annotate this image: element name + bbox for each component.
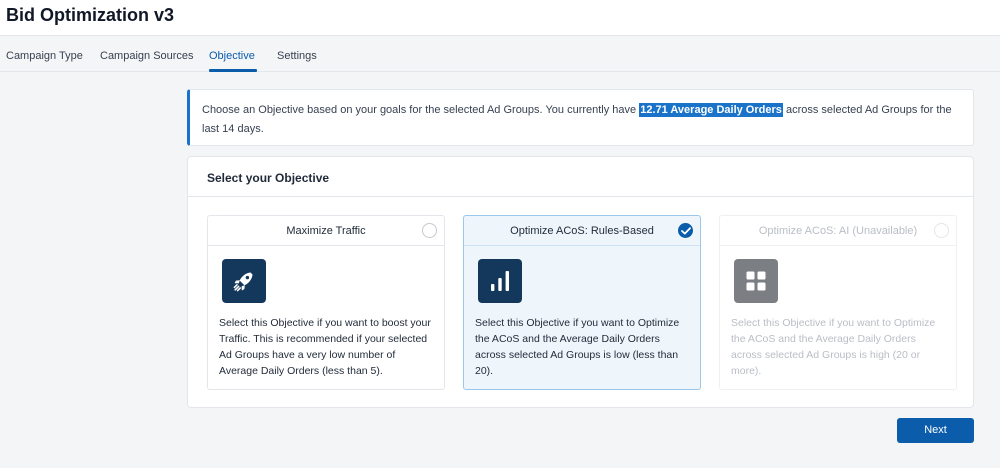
objective-card-description: Select this Objective if you want to Opt… bbox=[475, 317, 680, 377]
active-tab-indicator bbox=[209, 69, 257, 72]
tab-campaign-type[interactable]: Campaign Type bbox=[6, 50, 83, 62]
objective-card-title: Optimize ACoS: AI (Unavailable) bbox=[720, 216, 956, 246]
tab-bar: Campaign Type Campaign Sources Objective… bbox=[0, 36, 1000, 72]
objective-card-maximize-traffic[interactable]: Maximize Traffic Select this Objective i… bbox=[207, 215, 445, 390]
grid-icon bbox=[734, 259, 778, 303]
next-button[interactable]: Next bbox=[897, 418, 974, 443]
objective-radio-optimize-acos-rules[interactable] bbox=[678, 223, 693, 238]
info-banner: Choose an Objective based on your goals … bbox=[187, 89, 974, 146]
objective-card-title: Maximize Traffic bbox=[208, 216, 444, 246]
objective-card-optimize-acos-ai: Optimize ACoS: AI (Unavailable) Select t… bbox=[719, 215, 957, 390]
objective-radio-maximize-traffic[interactable] bbox=[422, 223, 437, 238]
app-header: Bid Optimization v3 bbox=[0, 0, 1000, 36]
checkmark-icon bbox=[681, 227, 691, 235]
objective-panel: Select your Objective Maximize Traffic S… bbox=[187, 156, 974, 408]
objective-radio-optimize-acos-ai bbox=[934, 223, 949, 238]
rocket-icon bbox=[222, 259, 266, 303]
tab-settings[interactable]: Settings bbox=[277, 50, 317, 62]
page-title: Bid Optimization v3 bbox=[6, 5, 175, 25]
objective-card-optimize-acos-rules[interactable]: Optimize ACoS: Rules-Based Select this O… bbox=[463, 215, 701, 390]
objective-card-title: Optimize ACoS: Rules-Based bbox=[464, 216, 700, 246]
info-text-before: Choose an Objective based on your goals … bbox=[202, 104, 640, 116]
average-daily-orders-highlight: 12.71 Average Daily Orders bbox=[639, 103, 783, 117]
tab-campaign-sources[interactable]: Campaign Sources bbox=[100, 50, 194, 62]
objective-card-description: Select this Objective if you want to boo… bbox=[219, 317, 431, 377]
objective-heading: Select your Objective bbox=[188, 157, 973, 197]
tab-objective[interactable]: Objective bbox=[209, 50, 255, 62]
bar-chart-icon bbox=[478, 259, 522, 303]
objective-card-description: Select this Objective if you want to Opt… bbox=[731, 317, 936, 377]
